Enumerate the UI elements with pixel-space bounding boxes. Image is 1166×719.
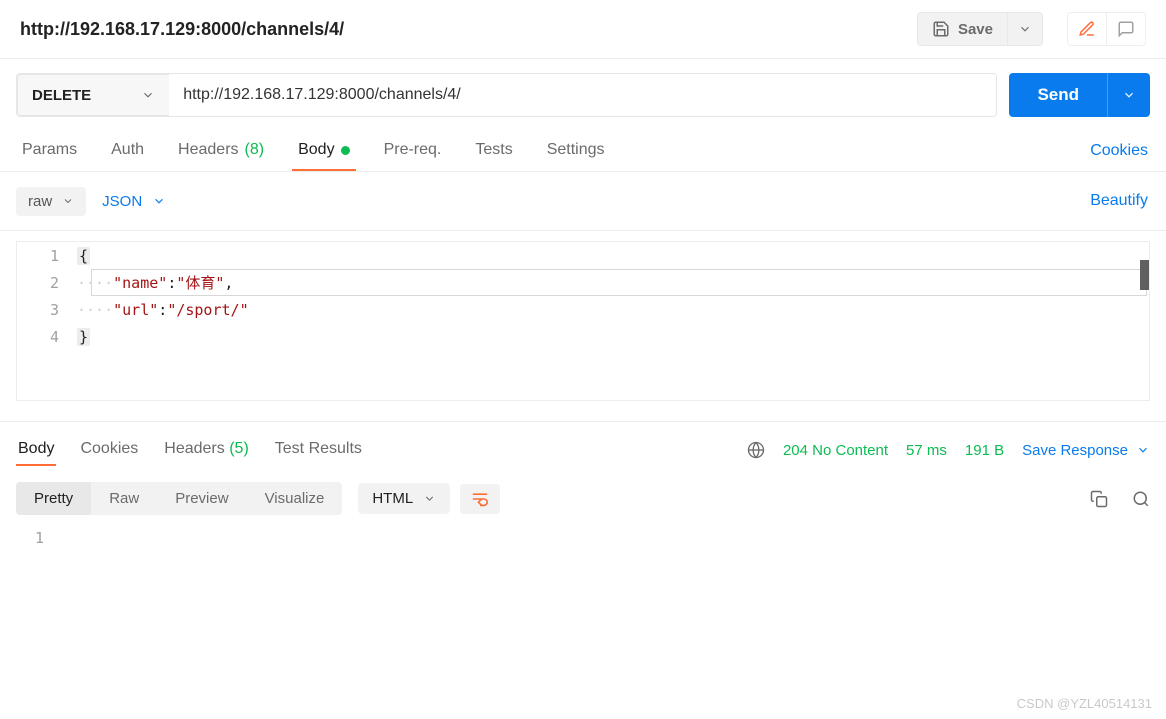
body-label: Body — [298, 141, 334, 159]
save-group: Save — [917, 12, 1043, 46]
request-bar: DELETE Send — [0, 59, 1166, 127]
response-bar: Body Cookies Headers (5) Test Results 20… — [0, 421, 1166, 472]
view-raw[interactable]: Raw — [91, 482, 157, 515]
url-group: DELETE — [16, 73, 997, 117]
send-group: Send — [1009, 73, 1150, 117]
line-number: 1 — [17, 247, 77, 265]
code-line: ····"url":"/sport/" — [77, 301, 249, 319]
body-type-label: raw — [28, 193, 52, 210]
headers-count: (8) — [245, 141, 265, 159]
save-response[interactable]: Save Response — [1022, 442, 1150, 459]
titlebar: http://192.168.17.129:8000/channels/4/ S… — [0, 0, 1166, 59]
code-line: { — [77, 247, 90, 265]
send-dropdown[interactable] — [1107, 73, 1150, 117]
status-code: 204 No Content — [783, 442, 888, 459]
copy-icon[interactable] — [1090, 490, 1108, 508]
status-size: 191 B — [965, 442, 1004, 459]
body-lang-selector[interactable]: JSON — [102, 193, 166, 210]
line-number: 3 — [17, 301, 77, 319]
save-icon — [932, 20, 950, 38]
method-label: DELETE — [32, 87, 91, 104]
body-dirty-dot — [341, 146, 350, 155]
cookies-link[interactable]: Cookies — [1088, 132, 1150, 170]
code-line: } — [77, 328, 90, 346]
chevron-down-icon — [1136, 443, 1150, 457]
globe-icon[interactable] — [747, 441, 765, 459]
res-headers-label: Headers — [164, 440, 224, 457]
page-title: http://192.168.17.129:8000/channels/4/ — [20, 19, 344, 40]
response-body[interactable]: 1 — [0, 525, 1166, 551]
res-headers-count: (5) — [229, 440, 249, 457]
save-label: Save — [958, 21, 993, 38]
res-tab-tests[interactable]: Test Results — [273, 434, 364, 466]
edit-icon[interactable] — [1068, 13, 1106, 45]
right-icon-group — [1067, 12, 1146, 46]
res-tab-headers[interactable]: Headers (5) — [162, 434, 251, 466]
chevron-down-icon — [62, 195, 74, 207]
response-tools — [1090, 490, 1150, 508]
chevron-down-icon — [423, 492, 436, 505]
response-format-label: HTML — [372, 490, 413, 507]
line-number: 1 — [16, 529, 58, 547]
request-body-editor[interactable]: 1 { 2 ····"name":"体育", 3 ····"url":"/spo… — [16, 241, 1150, 401]
chevron-down-icon — [141, 88, 155, 102]
view-segment: Pretty Raw Preview Visualize — [16, 482, 342, 515]
tab-tests[interactable]: Tests — [469, 131, 518, 171]
watermark: CSDN @YZL40514131 — [1017, 696, 1152, 711]
beautify-link[interactable]: Beautify — [1088, 182, 1150, 220]
headers-label: Headers — [178, 141, 238, 159]
view-visualize[interactable]: Visualize — [247, 482, 343, 515]
response-subbar: Pretty Raw Preview Visualize HTML — [0, 472, 1166, 525]
status-time: 57 ms — [906, 442, 947, 459]
response-line: 1 — [16, 525, 1150, 551]
tab-headers[interactable]: Headers (8) — [172, 131, 270, 171]
body-lang-label: JSON — [102, 193, 142, 210]
save-response-label: Save Response — [1022, 442, 1128, 459]
view-pretty[interactable]: Pretty — [16, 482, 91, 515]
save-button[interactable]: Save — [917, 12, 1007, 46]
tab-settings[interactable]: Settings — [541, 131, 611, 171]
response-format-selector[interactable]: HTML — [358, 483, 450, 514]
comment-icon[interactable] — [1106, 13, 1145, 45]
view-preview[interactable]: Preview — [157, 482, 246, 515]
code-line: ····"name":"体育", — [77, 272, 233, 293]
line-number: 2 — [17, 274, 77, 292]
line-number: 4 — [17, 328, 77, 346]
tab-body[interactable]: Body — [292, 131, 355, 171]
res-tab-body[interactable]: Body — [16, 434, 56, 466]
send-button[interactable]: Send — [1009, 73, 1107, 117]
url-input[interactable] — [169, 74, 996, 116]
search-icon[interactable] — [1132, 490, 1150, 508]
tab-prereq[interactable]: Pre-req. — [378, 131, 448, 171]
body-format-bar: raw JSON Beautify — [0, 172, 1166, 231]
method-selector[interactable]: DELETE — [17, 74, 169, 116]
wrap-lines-button[interactable] — [460, 484, 500, 514]
save-dropdown[interactable] — [1007, 12, 1043, 46]
chevron-down-icon — [152, 194, 166, 208]
body-type-selector[interactable]: raw — [16, 187, 86, 216]
status-area: 204 No Content 57 ms 191 B Save Response — [747, 441, 1150, 459]
tab-params[interactable]: Params — [16, 131, 83, 171]
scrollbar-indicator — [1140, 260, 1150, 290]
res-tab-cookies[interactable]: Cookies — [78, 434, 140, 466]
request-tabs: Params Auth Headers (8) Body Pre-req. Te… — [0, 127, 1166, 172]
tab-auth[interactable]: Auth — [105, 131, 150, 171]
title-actions: Save — [917, 12, 1146, 46]
